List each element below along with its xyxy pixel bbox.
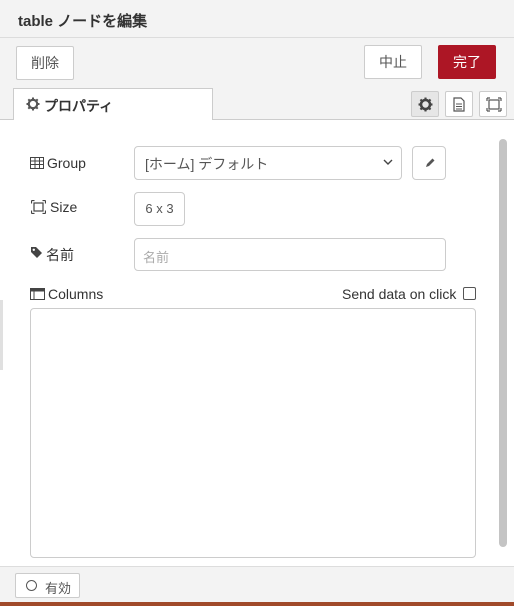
tab-appearance-icon-button[interactable] [479, 91, 507, 117]
enable-toggle-button[interactable]: 有効 [15, 573, 80, 598]
left-edge-resize [0, 300, 3, 370]
tab-properties-label: プロパティ [44, 98, 114, 114]
gear-icon [418, 97, 433, 112]
cancel-button[interactable]: 中止 [364, 45, 422, 79]
edit-group-button[interactable] [412, 146, 446, 180]
workspace-edge [0, 602, 514, 606]
send-data-checkbox[interactable] [463, 287, 476, 300]
chevron-down-icon [383, 159, 393, 165]
tab-settings-icon-button[interactable] [411, 91, 439, 117]
pencil-icon [426, 158, 435, 167]
group-select[interactable]: [ホーム] デフォルト [134, 146, 402, 180]
name-input[interactable]: 名前 [134, 238, 446, 271]
group-label: Group [47, 155, 86, 171]
enable-label: 有効 [45, 581, 72, 596]
tab-description-icon-button[interactable] [445, 91, 473, 117]
done-button[interactable]: 完了 [438, 45, 496, 79]
description-icon [453, 97, 465, 112]
circle-icon [26, 580, 37, 591]
tag-icon [31, 247, 42, 258]
name-input-placeholder: 名前 [143, 250, 170, 265]
name-label: 名前 [46, 247, 74, 263]
columns-label: Columns [48, 286, 104, 302]
tray-header: table ノードを編集 [0, 0, 514, 38]
gear-icon [26, 97, 40, 111]
size-icon [31, 200, 46, 214]
tray-title: table ノードを編集 [18, 13, 148, 30]
tab-properties[interactable]: プロパティ [13, 88, 213, 121]
size-button[interactable]: 6 x 3 [134, 192, 185, 226]
tray-toolbar: 削除 中止 完了 [0, 38, 514, 90]
group-select-value: [ホーム] デフォルト [145, 156, 269, 172]
tray-footer: 有効 [0, 566, 514, 602]
table-icon [30, 157, 44, 169]
scrollbar[interactable] [499, 139, 507, 547]
send-data-label: Send data on click [342, 286, 457, 302]
edit-tray: table ノードを編集 削除 中止 完了 プロパティ Group [ホーム] … [0, 0, 514, 606]
tab-bar: プロパティ [0, 88, 514, 121]
columns-editor[interactable] [30, 308, 476, 558]
delete-button[interactable]: 削除 [16, 46, 74, 80]
appearance-icon [486, 97, 502, 112]
size-label: Size [50, 199, 78, 215]
list-icon [30, 288, 45, 300]
